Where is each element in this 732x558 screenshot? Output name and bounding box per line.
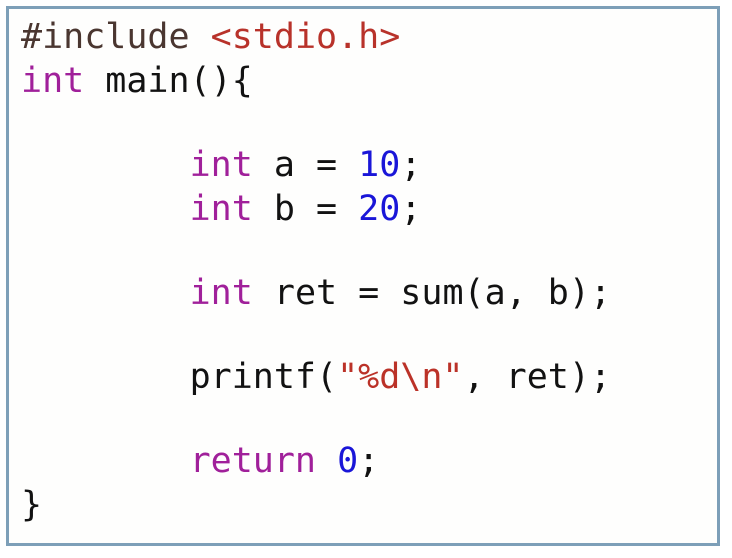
code-token-plain: printf( bbox=[21, 357, 338, 397]
code-token-header-name: <stdio.h> bbox=[210, 17, 401, 57]
code-line: int b = 20; bbox=[21, 187, 713, 231]
code-token-plain: a = bbox=[252, 145, 359, 185]
code-token-plain: } bbox=[21, 485, 43, 525]
code-token-number: 20 bbox=[358, 189, 401, 229]
code-token-preprocessor: #include bbox=[21, 17, 211, 57]
code-line: #include <stdio.h> bbox=[21, 15, 713, 59]
code-token-keyword: return bbox=[189, 441, 317, 481]
code-line: int ret = sum(a, b); bbox=[21, 271, 713, 315]
code-token-plain: ; bbox=[400, 189, 422, 229]
code-line: printf("%d\n", ret); bbox=[21, 355, 713, 399]
code-token-keyword: int bbox=[21, 61, 85, 101]
code-line: int a = 10; bbox=[21, 143, 713, 187]
code-token-plain: , ret); bbox=[463, 357, 612, 397]
code-token-number: 0 bbox=[337, 441, 359, 481]
code-token-plain: ret = sum(a, b); bbox=[252, 273, 612, 313]
code-token-string: "%d\n" bbox=[337, 357, 464, 397]
code-token-plain: main(){ bbox=[84, 61, 253, 101]
code-line: int main(){ bbox=[21, 59, 713, 103]
code-line: return 0; bbox=[21, 439, 713, 483]
code-token-number: 10 bbox=[358, 145, 401, 185]
code-line: } bbox=[21, 483, 713, 527]
code-token-keyword: int bbox=[189, 189, 253, 229]
code-block: #include <stdio.h> int main(){ int a = 10… bbox=[21, 15, 713, 527]
code-token-plain: ; bbox=[400, 145, 422, 185]
code-token-keyword: int bbox=[189, 273, 253, 313]
code-token-keyword: int bbox=[189, 145, 253, 185]
code-token-plain: b = bbox=[252, 189, 359, 229]
code-token-plain: ; bbox=[358, 441, 380, 481]
code-snippet-frame: #include <stdio.h> int main(){ int a = 10… bbox=[6, 6, 720, 546]
